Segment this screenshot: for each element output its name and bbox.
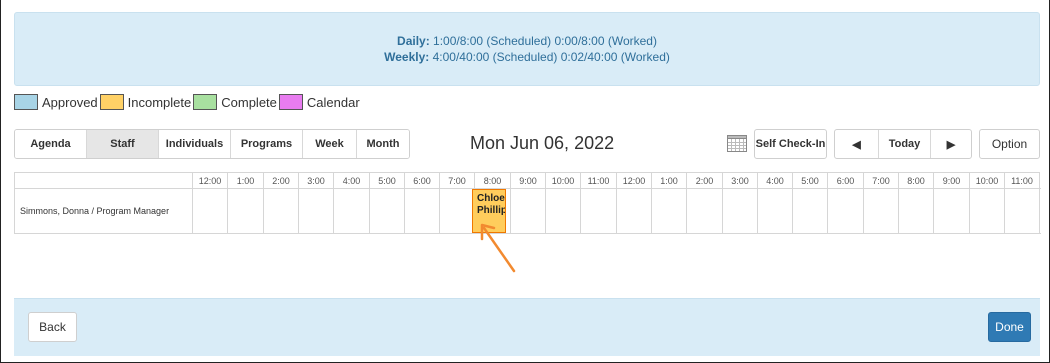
legend-complete: Complete bbox=[193, 94, 277, 110]
hour-header-row: 12:00 1:00 2:00 3:00 4:00 5:00 6:00 7:00 8:00 9:0… bbox=[15, 173, 1041, 189]
schedule-slot[interactable] bbox=[581, 189, 617, 234]
schedule-slot[interactable] bbox=[934, 189, 970, 234]
schedule-slot[interactable] bbox=[723, 189, 758, 234]
header-name-cell bbox=[15, 173, 193, 188]
schedule-slot[interactable] bbox=[970, 189, 1005, 234]
hour-header-cell: 4:00 bbox=[758, 173, 793, 189]
view-switcher: Agenda Staff Individuals Programs Week M… bbox=[14, 129, 410, 159]
schedule-slot[interactable] bbox=[264, 189, 299, 234]
daily-value: 1:00/8:00 (Scheduled) 0:00/8:00 (Worked) bbox=[429, 34, 657, 48]
hour-header-cell: 11:00 bbox=[1005, 173, 1040, 189]
schedule-slot[interactable] bbox=[193, 189, 228, 234]
legend-label: Calendar bbox=[306, 94, 360, 110]
hour-header-cell: 12:00 bbox=[617, 173, 652, 189]
schedule-slot[interactable] bbox=[652, 189, 687, 234]
schedule-slot[interactable] bbox=[687, 189, 723, 234]
schedule-slot[interactable] bbox=[758, 189, 793, 234]
complete-swatch bbox=[193, 94, 218, 110]
hour-header-cell: 1:00 bbox=[228, 173, 264, 189]
annotation-arrow-icon bbox=[480, 223, 516, 273]
hour-header-cell: 7:00 bbox=[440, 173, 475, 189]
daily-summary: Daily: 1:00/8:00 (Scheduled) 0:00/8:00 (… bbox=[397, 33, 657, 49]
schedule-slot[interactable] bbox=[828, 189, 864, 234]
calendar-icon[interactable] bbox=[727, 134, 747, 152]
legend-approved: Approved bbox=[14, 94, 98, 110]
hour-header-cell: 7:00 bbox=[864, 173, 899, 189]
hour-header-cell: 9:00 bbox=[511, 173, 546, 189]
schedule-slot[interactable] bbox=[864, 189, 899, 234]
schedule-slot[interactable] bbox=[617, 189, 652, 234]
hour-header-cell: 8:00 bbox=[899, 173, 934, 189]
hour-header-cell: 3:00 bbox=[723, 173, 758, 189]
schedule-slot[interactable] bbox=[1005, 189, 1040, 234]
daily-label: Daily: bbox=[397, 34, 430, 48]
done-button[interactable]: Done bbox=[988, 312, 1031, 342]
date-navigation: ◀ Today ▶ bbox=[834, 129, 972, 159]
incomplete-swatch bbox=[99, 94, 124, 110]
view-individuals-button[interactable]: Individuals bbox=[159, 130, 231, 158]
weekly-label: Weekly: bbox=[384, 50, 430, 64]
view-week-button[interactable]: Week bbox=[303, 130, 357, 158]
hour-header-cell: 10:00 bbox=[546, 173, 581, 189]
footer-bar: Back Done bbox=[14, 298, 1040, 356]
hour-header-cell: 5:00 bbox=[793, 173, 828, 189]
hour-header-cell: 12:00 bbox=[193, 173, 228, 189]
hour-header-cell: 1:00 bbox=[652, 173, 687, 189]
schedule-slot[interactable] bbox=[299, 189, 334, 234]
date-title: Mon Jun 06, 2022 bbox=[470, 133, 615, 153]
view-staff-button[interactable]: Staff bbox=[87, 130, 159, 158]
legend-incomplete: Incomplete bbox=[99, 94, 192, 110]
schedule-slot[interactable] bbox=[370, 189, 405, 234]
schedule-slot[interactable] bbox=[899, 189, 934, 234]
legend-label: Complete bbox=[221, 94, 277, 110]
hour-header-cell: 9:00 bbox=[934, 173, 970, 189]
option-button[interactable]: Option bbox=[979, 129, 1040, 159]
hour-header-cell: 2:00 bbox=[264, 173, 299, 189]
schedule-slot[interactable] bbox=[228, 189, 264, 234]
schedule-slot[interactable] bbox=[334, 189, 370, 234]
view-programs-button[interactable]: Programs bbox=[231, 130, 303, 158]
hour-header-cell: 5:00 bbox=[370, 173, 405, 189]
prev-day-button[interactable]: ◀ bbox=[835, 130, 879, 158]
next-day-button[interactable]: ▶ bbox=[931, 130, 971, 158]
legend-label: Incomplete bbox=[127, 94, 192, 110]
hour-header-cell: 6:00 bbox=[405, 173, 440, 189]
weekly-value: 4:00/40:00 (Scheduled) 0:02/40:00 (Worke… bbox=[429, 50, 670, 64]
hour-header-cell: 4:00 bbox=[334, 173, 370, 189]
hours-summary: Daily: 1:00/8:00 (Scheduled) 0:00/8:00 (… bbox=[14, 12, 1040, 86]
view-month-button[interactable]: Month bbox=[357, 130, 409, 158]
status-legend: Approved Incomplete Complete Calendar bbox=[14, 93, 362, 111]
weekly-summary: Weekly: 4:00/40:00 (Scheduled) 0:02/40:0… bbox=[384, 49, 670, 65]
legend-label: Approved bbox=[42, 94, 98, 110]
self-checkin-button[interactable]: Self Check-In bbox=[754, 129, 827, 159]
schedule-slot[interactable] bbox=[440, 189, 475, 234]
view-agenda-button[interactable]: Agenda bbox=[15, 130, 87, 158]
calendar-swatch bbox=[278, 94, 303, 110]
today-button[interactable]: Today bbox=[879, 130, 931, 158]
staff-name-cell[interactable]: Simmons, Donna / Program Manager bbox=[15, 189, 193, 233]
table-row: Simmons, Donna / Program Manager bbox=[15, 189, 1041, 234]
hour-header-cell: 8:00 bbox=[475, 173, 511, 189]
back-button[interactable]: Back bbox=[28, 312, 77, 342]
event-line-1: Chloe bbox=[477, 193, 505, 204]
legend-calendar: Calendar bbox=[278, 94, 360, 110]
schedule-slot[interactable] bbox=[546, 189, 581, 234]
hour-header-cell: 2:00 bbox=[687, 173, 723, 189]
hour-header-cell: 11:00 bbox=[581, 173, 617, 189]
schedule-slot[interactable] bbox=[405, 189, 440, 234]
approved-swatch bbox=[14, 94, 38, 110]
hour-header-cell: 6:00 bbox=[828, 173, 864, 189]
event-line-2: Phillip bbox=[477, 205, 506, 216]
staff-schedule-grid: 12:00 1:00 2:00 3:00 4:00 5:00 6:00 7:00 8:00 9:0… bbox=[14, 172, 1041, 234]
hour-header-cell: 3:00 bbox=[299, 173, 334, 189]
schedule-slot[interactable] bbox=[793, 189, 828, 234]
hour-header-cell: 10:00 bbox=[970, 173, 1005, 189]
